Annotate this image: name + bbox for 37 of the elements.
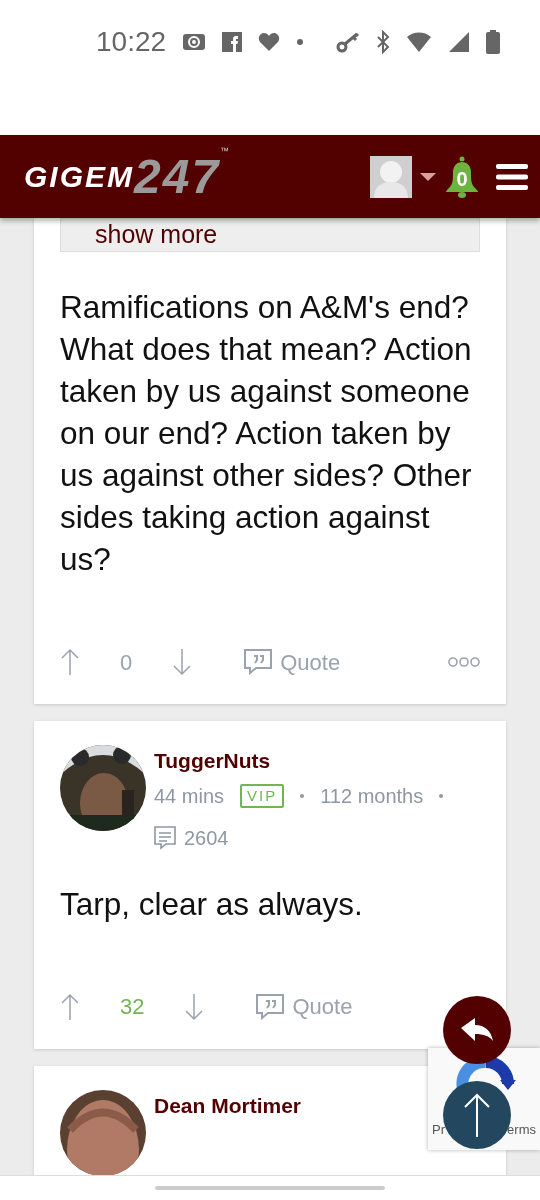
upvote-icon[interactable] (60, 992, 80, 1021)
quote-icon (244, 649, 273, 675)
post-text: Ramifications on A&M's end? What does that mean? Action taken by us against someone on our end? Action taken by us against other sides? Other sides taking action against us? (60, 288, 473, 579)
menu-icon[interactable] (496, 162, 528, 191)
terms-link[interactable]: erms (507, 1120, 536, 1140)
member-tenure: 112 months (320, 783, 424, 809)
author-name[interactable]: TuggerNuts (154, 745, 480, 777)
vote-score: 0 (120, 648, 133, 677)
downvote-icon[interactable] (172, 648, 193, 676)
post-text: Tarp, clear as always. (60, 884, 364, 924)
radio-icon (182, 31, 207, 53)
vote-score: 32 (120, 993, 145, 1021)
wifi-icon (406, 31, 432, 53)
vip-badge: VIP (240, 783, 285, 808)
battery-icon (486, 30, 500, 54)
heart-icon (258, 32, 281, 52)
show-more-button[interactable]: show more (60, 218, 480, 252)
key-icon (336, 31, 360, 53)
post-time: 44 mins (154, 783, 225, 809)
signal-icon (448, 31, 470, 53)
quote-icon (256, 993, 285, 1020)
privacy-link[interactable]: Pr (432, 1120, 445, 1140)
caret-icon[interactable] (420, 171, 436, 182)
dot-icon (296, 38, 305, 46)
more-icon[interactable] (448, 657, 480, 667)
author-name[interactable]: Dean Mortimer (154, 1089, 302, 1121)
downvote-icon[interactable] (184, 992, 205, 1021)
arrow-up-icon (462, 1092, 492, 1138)
post-count: 2604 (184, 825, 229, 851)
facebook-icon (222, 32, 243, 52)
avatar-icon[interactable] (370, 155, 412, 198)
bluetooth-icon (376, 30, 390, 54)
posts-icon (154, 825, 176, 850)
site-logo[interactable]: GIGEM247™ (24, 140, 230, 213)
upvote-icon[interactable] (60, 648, 80, 676)
clock-time: 10:22 (96, 25, 167, 59)
reply-icon (459, 1016, 495, 1044)
